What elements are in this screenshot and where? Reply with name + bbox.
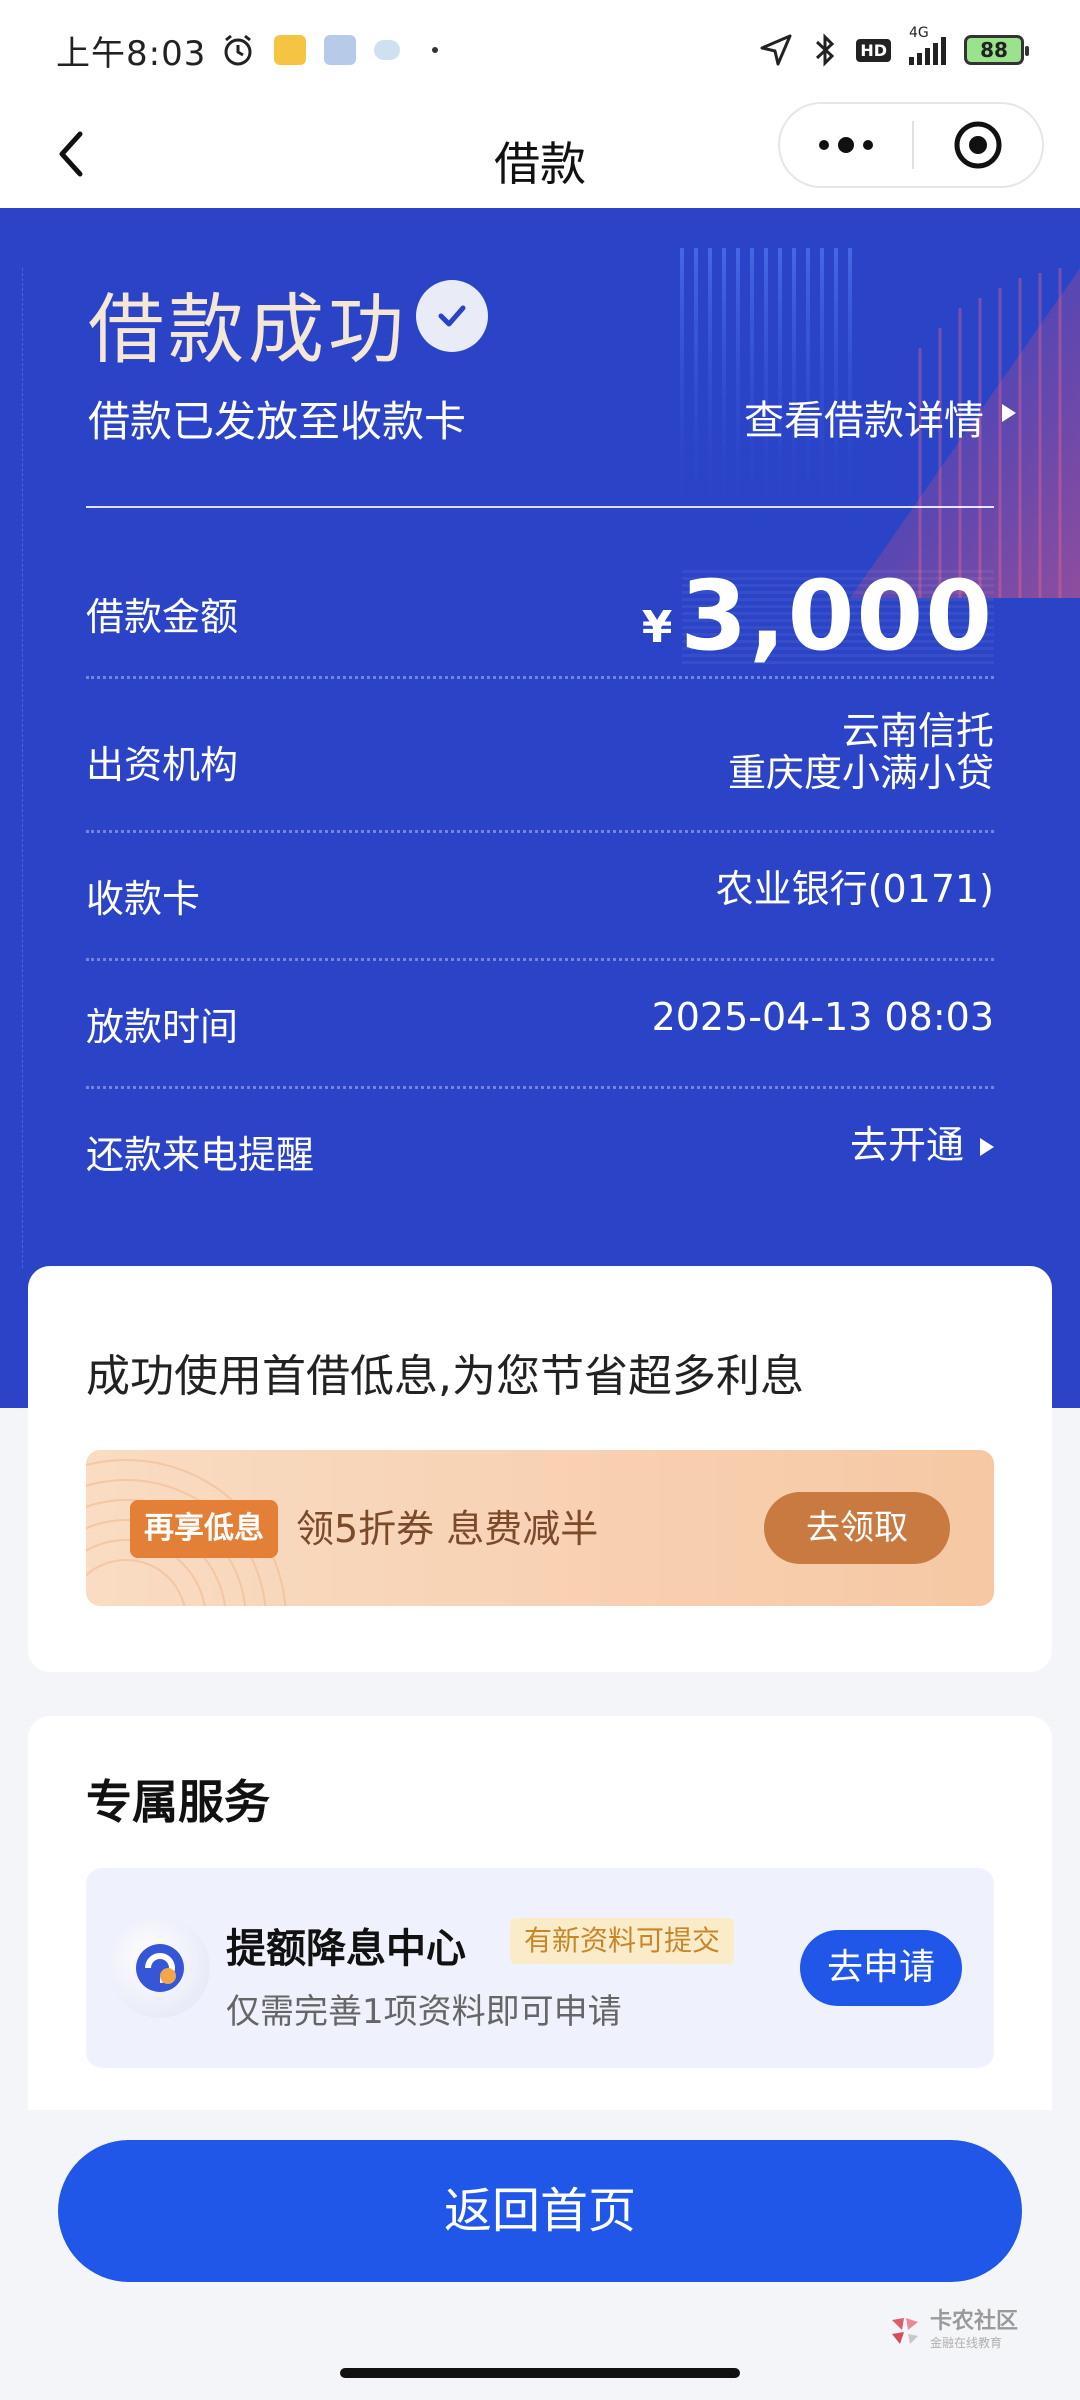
- lender-label: 出资机构: [86, 743, 239, 787]
- mini-program-capsule: [778, 102, 1044, 188]
- nav-bar: 借款: [0, 100, 1080, 208]
- credit-center-icon: [110, 1918, 210, 2018]
- watermark-logo-icon: [891, 2317, 918, 2344]
- row-divider: [86, 830, 994, 833]
- side-decoration: [22, 268, 38, 1268]
- service-section-title: 专属服务: [86, 1775, 270, 1829]
- lender-line-1: 云南信托: [841, 709, 994, 753]
- network-type: 4G: [909, 25, 929, 41]
- apply-button[interactable]: 去申请: [800, 1930, 962, 2006]
- watermark: 卡农社区 金融在线教育: [888, 2310, 1018, 2351]
- lender-row: 出资机构 云南信托 重庆度小满小贷: [86, 710, 994, 800]
- row-divider: [86, 1086, 994, 1089]
- battery-icon: 88: [964, 35, 1029, 65]
- app-notification-icon: [324, 35, 357, 65]
- service-description: 仅需完善1项资料即可申请: [226, 1992, 622, 2032]
- lender-value: 云南信托 重庆度小满小贷: [728, 710, 994, 794]
- home-indicator[interactable]: [340, 2368, 740, 2378]
- promo-text: 领5折券 息费减半: [296, 1507, 599, 1551]
- alarm-icon: [224, 34, 252, 66]
- status-time: 上午8:03: [56, 33, 207, 74]
- status-right-icons: HD 4G 88: [758, 25, 1029, 68]
- watermark-text: 卡农社区: [929, 2309, 1018, 2334]
- card-label: 收款卡: [86, 877, 201, 921]
- currency-symbol: ¥: [641, 601, 673, 653]
- success-title: 借款成功: [88, 285, 408, 374]
- card-value: 农业银行(0171): [715, 867, 994, 911]
- amount-label: 借款金额: [86, 595, 239, 639]
- view-loan-detail-link[interactable]: 查看借款详情: [744, 388, 984, 446]
- disbursement-time-row: 放款时间 2025-04-13 08:03: [86, 995, 994, 1049]
- service-badge: 有新资料可提交: [510, 1918, 735, 1964]
- watermark-subtext: 金融在线教育: [929, 2336, 1002, 2350]
- more-notifications-dot: [432, 47, 439, 53]
- row-divider: [86, 676, 994, 679]
- status-bar: 上午8:03 HD 4G 88: [0, 0, 1080, 100]
- success-check-icon: [416, 280, 488, 352]
- close-button[interactable]: [914, 104, 1042, 186]
- divider: [86, 506, 994, 508]
- triangle-right-icon: [1002, 404, 1016, 422]
- promo-tag: 再享低息: [130, 1500, 278, 1558]
- more-button[interactable]: [780, 104, 912, 186]
- hd-icon: HD: [856, 38, 891, 62]
- time-value: 2025-04-13 08:03: [651, 995, 994, 1039]
- loan-result-hero: 借款成功 借款已发放至收款卡 查看借款详情 借款金额 ¥ 3,000 出资机构 …: [0, 208, 1080, 1408]
- return-home-button[interactable]: 返回首页: [58, 2140, 1022, 2282]
- signal-icon: 4G: [909, 25, 946, 65]
- app-notification-icon: [274, 35, 307, 65]
- loan-amount: 3,000: [680, 560, 994, 672]
- service-item-credit-center[interactable]: 提额降息中心 有新资料可提交 仅需完善1项资料即可申请 去申请: [86, 1868, 994, 2068]
- more-dots-icon: [819, 137, 873, 153]
- weather-icon: [374, 40, 401, 60]
- target-close-icon: [954, 121, 1002, 169]
- promo-title: 成功使用首借低息,为您节省超多利息: [86, 1351, 804, 1402]
- row-divider: [86, 958, 994, 961]
- enable-reminder-link[interactable]: 去开通: [850, 1124, 964, 1166]
- coupon-banner[interactable]: 再享低息 领5折券 息费减半 去领取: [86, 1450, 994, 1606]
- receiving-card-row: 收款卡 农业银行(0171): [86, 867, 994, 921]
- triangle-right-icon: [980, 1138, 994, 1156]
- service-name: 提额降息中心: [226, 1926, 466, 1972]
- success-subtitle: 借款已发放至收款卡: [88, 397, 467, 446]
- reminder-label: 还款来电提醒: [86, 1133, 315, 1177]
- repayment-reminder-row: 还款来电提醒 去开通: [86, 1124, 994, 1177]
- claim-coupon-button[interactable]: 去领取: [764, 1492, 950, 1564]
- lender-line-2: 重庆度小满小贷: [727, 751, 994, 795]
- status-notification-icons: [220, 32, 439, 68]
- promo-card: 成功使用首借低息,为您节省超多利息 再享低息 领5折券 息费减半 去领取: [28, 1266, 1052, 1672]
- location-icon: [760, 34, 792, 66]
- amount-display: ¥ 3,000: [642, 560, 994, 672]
- bluetooth-icon: [816, 33, 835, 67]
- time-label: 放款时间: [86, 1005, 239, 1049]
- bottom-action-area: 返回首页 卡农社区 金融在线教育: [0, 2110, 1080, 2400]
- battery-level: 88: [980, 38, 1008, 62]
